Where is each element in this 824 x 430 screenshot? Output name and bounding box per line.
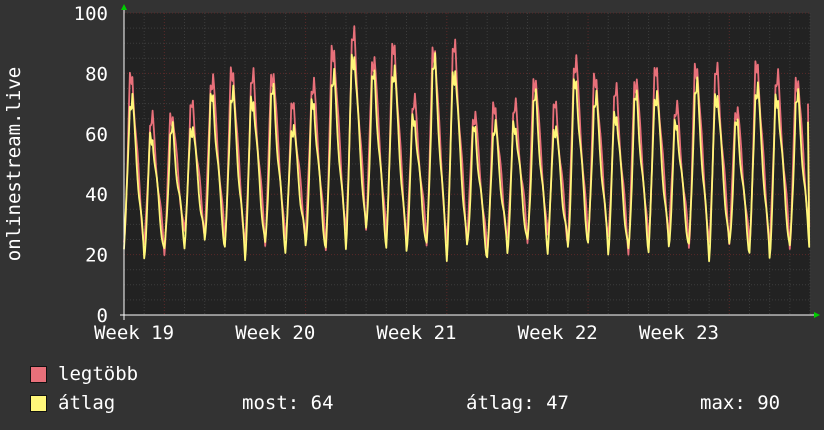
legend-swatch-avg	[30, 395, 47, 412]
x-tick-label: Week 20	[235, 322, 315, 344]
legend-row-max: legtöbb	[30, 360, 810, 389]
stat-maximum: max: 90	[700, 392, 781, 414]
x-tick-label: Week 21	[376, 322, 456, 344]
y-tick-label: 40	[85, 184, 108, 206]
legend: legtöbb átlag most: 64 átlag: 47 max: 90	[30, 360, 810, 418]
y-tick-label: 60	[85, 124, 108, 146]
x-tick-label: Week 23	[639, 322, 719, 344]
line-chart: 020406080100Week 19 Week 20 Week 21 Week 22…	[0, 0, 824, 345]
legend-label-avg: átlag	[58, 392, 116, 414]
legend-row-avg: átlag most: 64 átlag: 47 max: 90	[30, 389, 810, 418]
stat-average: átlag: 47	[466, 392, 569, 414]
x-tick-label: Week 19	[94, 322, 174, 344]
legend-swatch-max	[30, 366, 47, 383]
y-tick-label: 20	[85, 245, 108, 267]
y-axis-label: onlinestream.live	[3, 67, 25, 261]
x-tick-label: Week 22	[518, 322, 598, 344]
y-axis-arrow-icon	[121, 4, 127, 10]
x-axis-arrow-icon	[814, 312, 820, 318]
y-tick-label: 100	[74, 3, 108, 25]
chart-area: 0 20 40 60 80 100 Week 19 Week 20 Week 21 Week 22…	[0, 0, 824, 345]
legend-label-max: legtöbb	[58, 363, 139, 385]
y-tick-label: 80	[85, 63, 108, 85]
stat-current: most: 64	[242, 392, 334, 414]
